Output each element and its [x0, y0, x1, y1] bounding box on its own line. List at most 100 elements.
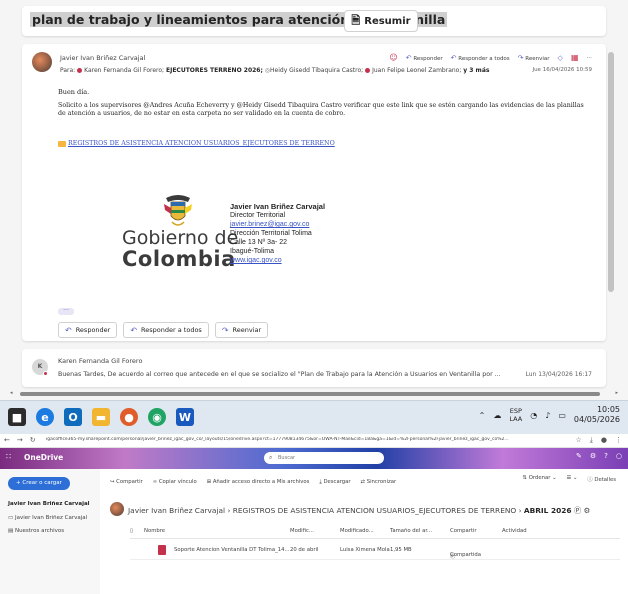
- add-shortcut-label: Añadir acceso directo a Mis archivos: [212, 479, 310, 485]
- forward-action[interactable]: ↷ Reenviar: [518, 54, 550, 62]
- breadcrumb-item[interactable]: Javier Ivan Briñez Carvajal: [128, 506, 225, 515]
- file-name[interactable]: Soporte Atencion Ventanilla DT Tolima_14…: [174, 547, 290, 553]
- more-options-icon[interactable]: ⋯: [587, 55, 593, 61]
- volume-icon[interactable]: ♪: [545, 411, 550, 420]
- horizontal-scrollbar[interactable]: [20, 392, 600, 396]
- sync-command[interactable]: ⇄ Sincronizar: [361, 479, 397, 485]
- column-size[interactable]: Tamaño del ar...: [390, 528, 432, 534]
- address-bar[interactable]: igacoffice365-my.sharepoint.com/personal…: [46, 437, 546, 442]
- reply-all-action-label: Responder a todos: [458, 55, 510, 62]
- copy-link-command[interactable]: ∞ Copiar vínculo: [153, 479, 197, 485]
- scroll-right-icon[interactable]: ▸: [615, 390, 618, 396]
- column-name[interactable]: Nombre: [144, 528, 165, 534]
- sender-avatar[interactable]: [32, 52, 52, 72]
- download-icon[interactable]: ⤓: [590, 436, 593, 445]
- column-modified[interactable]: Modific...: [290, 528, 314, 534]
- reaction-icon[interactable]: ☺: [389, 53, 397, 62]
- clock[interactable]: 10:05 04/05/2026: [574, 405, 620, 425]
- shared-icon[interactable]: Ⓟ: [574, 506, 581, 515]
- back-icon[interactable]: ←: [4, 436, 10, 444]
- account-icon[interactable]: ○: [616, 452, 622, 460]
- reply-button[interactable]: ↶ Responder: [58, 322, 118, 338]
- settings-icon[interactable]: ⚙: [590, 452, 596, 460]
- more-recipients-link[interactable]: y 3 más: [463, 67, 489, 74]
- onedrive-main: ↪ Compartir ∞ Copiar vínculo ⊞ Añadir ac…: [100, 469, 628, 594]
- show-quoted-text-button[interactable]: ···: [58, 308, 74, 315]
- recipient[interactable]: EJECUTORES TERRENO 2026;: [166, 67, 263, 74]
- presence-busy-icon: [43, 371, 48, 376]
- reply-buttons: ↶ Responder ↶ Responder a todos ↷ Reenviar: [58, 322, 269, 338]
- reply-all-button[interactable]: ↶ Responder a todos: [123, 322, 209, 338]
- settings-icon[interactable]: ⚙: [584, 506, 591, 515]
- outlook-icon[interactable]: O: [64, 408, 82, 426]
- reply-icon: ↶: [65, 325, 72, 335]
- create-upload-button[interactable]: + Crear o cargar: [8, 477, 70, 490]
- reply-all-action[interactable]: ↶ Responder a todos: [451, 54, 510, 62]
- forward-icon: ↷: [221, 325, 229, 335]
- word-icon[interactable]: W: [176, 408, 194, 426]
- table-row[interactable]: Soporte Atencion Ventanilla DT Tolima_14…: [130, 542, 620, 560]
- shared-folder-icon: ▤: [8, 528, 14, 534]
- vertical-scrollbar[interactable]: [608, 52, 614, 292]
- wifi-icon[interactable]: ◔: [530, 411, 537, 420]
- summarize-button[interactable]: 🗎 Resumir: [344, 10, 418, 32]
- breadcrumb-item[interactable]: REGISTROS DE ASISTENCIA ATENCION USUARIO…: [233, 506, 516, 515]
- column-activity[interactable]: Actividad: [502, 528, 527, 534]
- firefox-icon[interactable]: ●: [120, 408, 138, 426]
- forward-icon[interactable]: →: [17, 436, 23, 444]
- app-launcher-icon[interactable]: ∷: [6, 452, 11, 461]
- scroll-left-icon[interactable]: ◂: [10, 390, 13, 396]
- bookmark-star-icon[interactable]: ☆: [576, 436, 582, 445]
- header-icons: ✎ ⚙ ? ○: [576, 452, 622, 460]
- owner-avatar: [110, 502, 124, 516]
- view-options-icon[interactable]: ☰ ⌄: [567, 475, 578, 483]
- search-box[interactable]: ⌕ Buscar: [264, 452, 384, 464]
- sender-name[interactable]: Javier Ivan Briñez Carvajal: [60, 54, 145, 62]
- onedrive-tray-icon[interactable]: ☁: [493, 411, 501, 420]
- battery-icon[interactable]: ▭: [558, 411, 566, 420]
- file-explorer-icon[interactable]: ▬: [92, 408, 110, 426]
- task-view-icon[interactable]: ■: [8, 408, 26, 426]
- show-hidden-icons-icon[interactable]: ⌃: [479, 411, 486, 420]
- sort-command[interactable]: ⇅ Ordenar ⌄: [523, 475, 557, 483]
- file-table-header: ▯ Nombre Modific... Modificado... Tamaño…: [130, 525, 620, 539]
- details-command[interactable]: ⓘ Detalles: [587, 475, 616, 483]
- folder-icon: ▭: [8, 515, 14, 521]
- signature-web-link[interactable]: www.igac.gov.co: [230, 256, 325, 265]
- forward-button[interactable]: ↷ Reenviar: [214, 322, 269, 338]
- recipient[interactable]: Heidy Gisedd Tibaquira Castro;: [270, 67, 363, 74]
- copilot-icon[interactable]: ◇: [558, 54, 563, 62]
- sidebar-item-owner-files[interactable]: ▭ Javier Ivan Briñez Carvajal: [8, 515, 87, 521]
- reply-action[interactable]: ↶ Responder: [406, 54, 443, 62]
- share-command[interactable]: ↪ Compartir: [110, 479, 143, 485]
- edge-browser-icon[interactable]: e: [36, 408, 54, 426]
- sidebar-owner: Javier Ivan Briñez Carvajal: [8, 501, 90, 507]
- add-shortcut-command[interactable]: ⊞ Añadir acceso directo a Mis archivos: [207, 479, 310, 485]
- details-label: Detalles: [594, 477, 616, 483]
- browser-toolbar: ← → ↻ igacoffice365-my.sharepoint.com/pe…: [0, 434, 628, 448]
- recipient[interactable]: Juan Felipe Leonel Zambrano;: [372, 67, 461, 74]
- collapsed-message[interactable]: K Karen Fernanda Gil Forero Buenas Tarde…: [22, 349, 606, 387]
- chrome-icon[interactable]: ◉: [148, 408, 166, 426]
- sidebar-item-label: Nuestros archivos: [14, 528, 65, 534]
- body-paragraph: Solicito a los supervisores @Andres Acuñ…: [58, 102, 584, 117]
- column-modified-by[interactable]: Modificado...: [340, 528, 374, 534]
- apps-grid-icon[interactable]: ▦: [571, 53, 579, 62]
- signature-city: Ibagué-Tolima: [230, 248, 274, 255]
- signature-email-link[interactable]: javier.brinez@igac.gov.co: [230, 220, 325, 229]
- help-icon[interactable]: ?: [604, 452, 608, 460]
- forward-button-label: Reenviar: [232, 326, 262, 334]
- app-name[interactable]: OneDrive: [24, 453, 63, 462]
- reload-icon[interactable]: ↻: [30, 436, 36, 444]
- profile-icon[interactable]: ●: [601, 436, 607, 445]
- shared-folder-link[interactable]: REGISTROS DE ASISTENCIA ATENCION USUARIO…: [58, 140, 335, 147]
- input-language[interactable]: ESP LAA: [509, 407, 522, 423]
- message-date: Jue 16/04/2026 10:59: [532, 67, 592, 73]
- menu-icon[interactable]: ⋮: [615, 436, 622, 445]
- column-sharing[interactable]: Compartir: [450, 528, 477, 534]
- recipient[interactable]: Karen Fernanda Gil Forero;: [84, 67, 164, 74]
- select-all-icon[interactable]: ▯: [130, 528, 133, 534]
- edit-icon[interactable]: ✎: [576, 452, 582, 460]
- download-command[interactable]: ⤓ Descargar: [319, 479, 350, 486]
- sidebar-item-our-files[interactable]: ▤ Nuestros archivos: [8, 528, 64, 534]
